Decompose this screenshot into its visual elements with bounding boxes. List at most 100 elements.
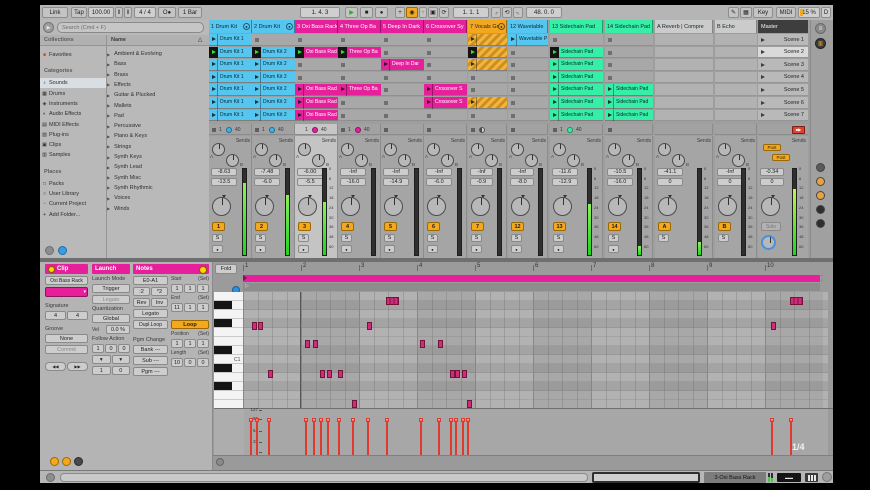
- keyboard-icon[interactable]: [805, 473, 818, 482]
- midi-note[interactable]: [438, 340, 443, 348]
- midi-note[interactable]: [367, 322, 372, 330]
- insert-marker[interactable]: [300, 292, 301, 408]
- velocity-marker[interactable]: [466, 418, 470, 422]
- midi-note[interactable]: [462, 370, 467, 378]
- black-key[interactable]: [214, 364, 232, 372]
- piano-key[interactable]: [214, 292, 244, 301]
- velocity-marker[interactable]: [255, 418, 259, 422]
- velocity-marker[interactable]: [366, 418, 370, 422]
- velocity-stem[interactable]: [462, 420, 464, 455]
- ruler-bar-number[interactable]: 2: [303, 263, 317, 271]
- beat-gridline: [606, 292, 607, 408]
- velocity-stem[interactable]: [250, 420, 252, 455]
- ruler-bar-number[interactable]: 8: [651, 263, 665, 271]
- midi-note[interactable]: [455, 370, 460, 378]
- ruler-bar-number[interactable]: 4: [419, 263, 433, 271]
- velocity-stem[interactable]: [352, 420, 354, 455]
- black-key[interactable]: [214, 382, 232, 390]
- midi-note[interactable]: [305, 340, 310, 348]
- velocity-marker[interactable]: [789, 418, 793, 422]
- midi-note[interactable]: [313, 340, 318, 348]
- ruler-bar-number[interactable]: 9: [709, 263, 723, 271]
- velocity-marker[interactable]: [461, 418, 465, 422]
- beat-gridline: [388, 292, 389, 408]
- midi-note[interactable]: [467, 400, 472, 408]
- velocity-stem[interactable]: [305, 420, 307, 455]
- mini-meter-left: [768, 473, 770, 482]
- velocity-marker[interactable]: [449, 418, 453, 422]
- black-key[interactable]: [214, 346, 232, 354]
- velocity-marker[interactable]: [437, 418, 441, 422]
- velocity-marker[interactable]: [326, 418, 330, 422]
- velocity-marker[interactable]: [770, 418, 774, 422]
- bar-gridline: [301, 292, 302, 408]
- velocity-stem[interactable]: [268, 420, 270, 455]
- velocity-marker[interactable]: [419, 418, 423, 422]
- velocity-stem[interactable]: [420, 420, 422, 455]
- midi-note[interactable]: [258, 322, 263, 330]
- ruler-bar-number[interactable]: 7: [593, 263, 607, 271]
- velocity-stem[interactable]: [386, 420, 388, 455]
- velocity-stem[interactable]: [320, 420, 322, 455]
- velocity-stem[interactable]: [771, 420, 773, 455]
- velocity-stem[interactable]: [313, 420, 315, 455]
- velocity-stem[interactable]: [450, 420, 452, 455]
- velocity-stem[interactable]: [455, 420, 457, 455]
- piano-key[interactable]: [214, 346, 244, 355]
- velocity-marker[interactable]: [454, 418, 458, 422]
- midi-note[interactable]: [320, 370, 325, 378]
- midi-note[interactable]: [268, 370, 273, 378]
- ruler-bar-number[interactable]: 3: [361, 263, 375, 271]
- beat-gridline: [751, 292, 752, 408]
- velocity-stem[interactable]: [467, 420, 469, 455]
- clip-overview[interactable]: [592, 472, 700, 483]
- velocity-stem[interactable]: [338, 420, 340, 455]
- piano-key[interactable]: [214, 310, 244, 319]
- velocity-marker[interactable]: [385, 418, 389, 422]
- ruler-bar-number[interactable]: 10: [767, 263, 781, 271]
- velocity-stem[interactable]: [438, 420, 440, 455]
- bar-gridline: [707, 292, 708, 408]
- piano-key[interactable]: [214, 382, 244, 391]
- piano-key[interactable]: [214, 337, 244, 346]
- ruler-bar-number[interactable]: 6: [535, 263, 549, 271]
- velocity-stem[interactable]: [327, 420, 329, 455]
- piano-key[interactable]: [214, 373, 244, 382]
- loop-start-marker[interactable]: [243, 275, 247, 281]
- midi-note[interactable]: [327, 370, 332, 378]
- black-key[interactable]: [214, 301, 232, 309]
- midi-note[interactable]: [386, 297, 399, 305]
- piano-key[interactable]: [214, 328, 244, 337]
- piano-key[interactable]: [214, 391, 244, 400]
- velocity-marker[interactable]: [351, 418, 355, 422]
- scrub-area[interactable]: [243, 283, 820, 291]
- midi-note[interactable]: [352, 400, 357, 408]
- piano-key[interactable]: [214, 364, 244, 373]
- loop-end-arrow-bottom[interactable]: ‹: [821, 278, 829, 284]
- black-key[interactable]: [214, 319, 232, 327]
- show-info-icon[interactable]: [46, 473, 55, 482]
- ruler-bar-number[interactable]: 5: [477, 263, 491, 271]
- velocity-lane[interactable]: [244, 409, 828, 455]
- piano-key[interactable]: [214, 319, 244, 328]
- velocity-marker[interactable]: [267, 418, 271, 422]
- lane-options-icon[interactable]: [216, 458, 224, 466]
- midi-note[interactable]: [420, 340, 425, 348]
- velocity-marker[interactable]: [249, 418, 253, 422]
- velocity-marker[interactable]: [319, 418, 323, 422]
- piano-key[interactable]: C1: [214, 355, 244, 364]
- velocity-marker[interactable]: [337, 418, 341, 422]
- velocity-stem[interactable]: [367, 420, 369, 455]
- midi-note[interactable]: [338, 370, 343, 378]
- beat-gridline: [562, 292, 563, 408]
- piano-key[interactable]: [214, 301, 244, 310]
- fold-button[interactable]: Fold: [215, 264, 237, 274]
- ruler-bar-number[interactable]: 1: [245, 263, 259, 271]
- velocity-marker[interactable]: [304, 418, 308, 422]
- loop-region-bar[interactable]: [243, 275, 820, 282]
- velocity-marker[interactable]: [312, 418, 316, 422]
- midi-note[interactable]: [771, 322, 776, 330]
- velocity-stem[interactable]: [256, 420, 258, 455]
- midi-note[interactable]: [252, 322, 257, 330]
- midi-note[interactable]: [790, 297, 803, 305]
